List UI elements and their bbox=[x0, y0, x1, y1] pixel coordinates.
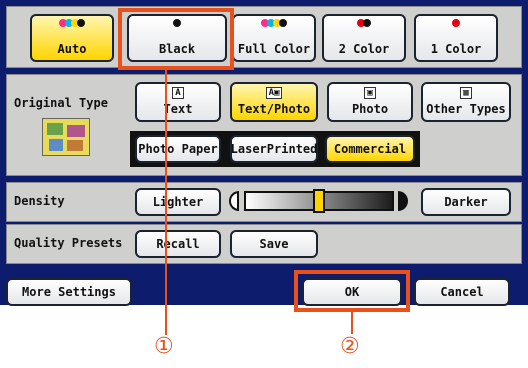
type-text-photo-button[interactable]: A▣ Text/Photo bbox=[230, 82, 318, 122]
subtype-photo-paper-button[interactable]: Photo Paper bbox=[135, 135, 221, 163]
color-1-button[interactable]: 1 Color bbox=[414, 14, 498, 62]
type-other-button[interactable]: ▦ Other Types bbox=[421, 82, 511, 122]
red-dot-icon bbox=[416, 19, 496, 27]
callout-highlight-black bbox=[118, 8, 234, 70]
color-2-button[interactable]: 2 Color bbox=[322, 14, 406, 62]
text-photo-original-icon: A▣ bbox=[265, 87, 283, 99]
color-auto-button[interactable]: Auto bbox=[30, 14, 114, 62]
color-1-label: 1 Color bbox=[430, 42, 482, 56]
type-text-button[interactable]: A Text bbox=[135, 82, 221, 122]
callout-line-1 bbox=[165, 70, 167, 335]
density-label: Density bbox=[14, 194, 65, 208]
subtype-laser-printed-label: LaserPrinted bbox=[230, 142, 318, 156]
density-lighter-button[interactable]: Lighter bbox=[135, 188, 221, 216]
callout-number-2: ② bbox=[340, 334, 360, 359]
cmyk-dots-icon bbox=[32, 19, 112, 27]
type-text-photo-label: Text/Photo bbox=[237, 102, 311, 116]
original-sample-thumbnail bbox=[42, 118, 90, 156]
quality-presets-label: Quality Presets bbox=[14, 236, 123, 250]
cancel-label: Cancel bbox=[440, 285, 484, 299]
preset-recall-label: Recall bbox=[156, 237, 200, 251]
color-full-button[interactable]: Full Color bbox=[232, 14, 316, 62]
density-darker-label: Darker bbox=[444, 195, 488, 209]
red-black-dots-icon bbox=[324, 19, 404, 27]
color-full-label: Full Color bbox=[237, 42, 311, 56]
text-original-icon: A bbox=[172, 87, 184, 99]
subtype-photo-paper-label: Photo Paper bbox=[138, 142, 218, 156]
cancel-button[interactable]: Cancel bbox=[414, 278, 510, 306]
density-darker-button[interactable]: Darker bbox=[421, 188, 511, 216]
copy-settings-panel: Auto Black Full Color 2 Color 1 Color Or… bbox=[0, 0, 528, 306]
density-level-marker[interactable] bbox=[313, 189, 325, 213]
original-type-label: Original Type bbox=[14, 96, 108, 110]
type-other-label: Other Types bbox=[426, 102, 506, 116]
preset-save-button[interactable]: Save bbox=[230, 230, 318, 258]
photo-original-icon: ▣ bbox=[364, 87, 376, 99]
other-types-icon: ▦ bbox=[460, 87, 472, 99]
preset-recall-button[interactable]: Recall bbox=[135, 230, 221, 258]
type-photo-button[interactable]: ▣ Photo bbox=[327, 82, 413, 122]
subtype-commercial-label: Commercial bbox=[333, 142, 407, 156]
callout-line-2 bbox=[351, 312, 353, 334]
cmyk-dots-icon bbox=[234, 19, 314, 27]
callout-highlight-ok bbox=[294, 270, 410, 312]
preset-save-label: Save bbox=[259, 237, 289, 251]
callout-number-1: ① bbox=[154, 334, 174, 359]
density-lighter-label: Lighter bbox=[152, 195, 204, 209]
type-photo-label: Photo bbox=[351, 102, 389, 116]
subtype-commercial-button[interactable]: Commercial bbox=[325, 135, 415, 163]
color-2-label: 2 Color bbox=[338, 42, 390, 56]
color-auto-label: Auto bbox=[57, 42, 87, 56]
more-settings-label: More Settings bbox=[22, 285, 116, 299]
type-text-label: Text bbox=[163, 102, 193, 116]
subtype-laser-printed-button[interactable]: LaserPrinted bbox=[230, 135, 318, 163]
more-settings-button[interactable]: More Settings bbox=[6, 278, 132, 306]
